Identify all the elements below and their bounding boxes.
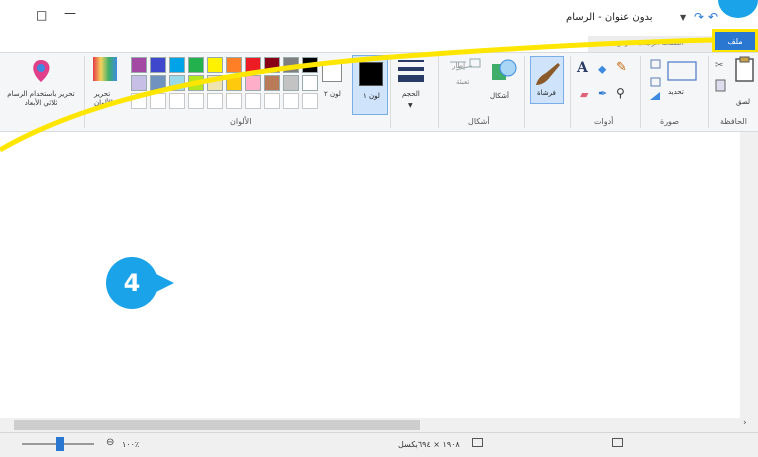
annotation-arrow-line bbox=[0, 37, 713, 153]
step-badge: 4 bbox=[106, 257, 158, 309]
